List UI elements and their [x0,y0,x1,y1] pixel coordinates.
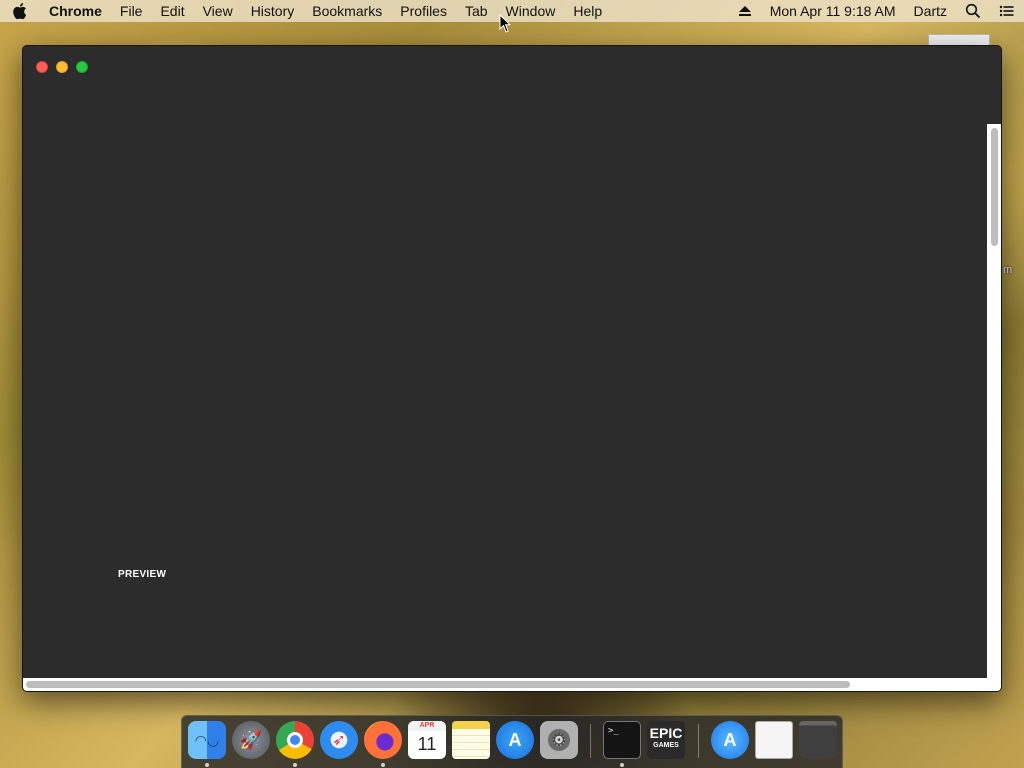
notification-center-list-icon[interactable] [990,0,1024,22]
preview-label[interactable]: PREVIEW [118,569,166,580]
menu-view[interactable]: View [194,0,242,22]
close-window-button[interactable] [36,61,48,73]
desktop-file-label: m [1003,264,1013,276]
menu-user[interactable]: Dartz [905,0,956,22]
epic-logo-text: EPIC [649,725,683,741]
menu-bar-extras: Mon Apr 11 9:18 AM Dartz [729,0,1024,22]
menu-tab[interactable]: Tab [456,0,497,22]
fullscreen-window-button[interactable] [76,61,88,73]
calendar-month: APR [408,721,446,731]
horizontal-scrollbar-thumb[interactable] [26,681,850,688]
document-stack-icon[interactable] [755,721,793,759]
menu-bookmarks[interactable]: Bookmarks [303,0,391,22]
minimize-window-button[interactable] [56,61,68,73]
terminal-icon[interactable]: >_ [603,721,641,759]
finder-icon[interactable]: ◠◡ [188,721,226,759]
calendar-icon[interactable]: APR 11 [408,721,446,759]
menu-help[interactable]: Help [564,0,611,22]
mouse-cursor-icon [499,14,511,33]
chrome-icon[interactable] [276,721,314,759]
epic-logo-subtext: GAMES [653,742,679,749]
menu-edit[interactable]: Edit [151,0,193,22]
menu-clock[interactable]: Mon Apr 11 9:18 AM [761,0,905,22]
launchpad-rocket-icon[interactable]: 🚀 [232,721,270,759]
finder-running-indicator [205,763,209,767]
menu-app-chrome[interactable]: Chrome [40,0,111,22]
apple-menu-icon[interactable] [0,0,40,22]
menu-history[interactable]: History [242,0,304,22]
firefox-icon[interactable] [364,721,402,759]
notes-icon[interactable] [452,721,490,759]
trash-icon[interactable] [799,721,837,759]
chrome-running-indicator [293,763,297,767]
dock-separator [698,724,699,758]
window-controls [36,61,88,73]
epic-games-launcher-icon[interactable]: EPIC GAMES [647,721,685,759]
menu-bar: Chrome File Edit View History Bookmarks … [0,0,1024,22]
dock-separator [590,724,591,758]
menu-profiles[interactable]: Profiles [391,0,456,22]
menu-file[interactable]: File [111,0,152,22]
dock: ◠◡ 🚀 ➶ APR 11 A ⚙ >_ EPIC GAMES A [181,715,843,768]
calendar-day: 11 [417,734,437,754]
app-store-icon[interactable]: A [496,721,534,759]
eject-icon[interactable] [729,0,761,22]
app-store-download-icon[interactable]: A [711,721,749,759]
safari-compass-icon[interactable]: ➶ [320,721,358,759]
terminal-running-indicator [620,763,624,767]
spotlight-search-icon[interactable] [956,0,990,22]
vertical-scrollbar-thumb[interactable] [991,128,998,246]
system-preferences-gear-icon[interactable]: ⚙ [540,721,578,759]
firefox-running-indicator [381,763,385,767]
chrome-window: PREVIEW [22,45,1002,692]
